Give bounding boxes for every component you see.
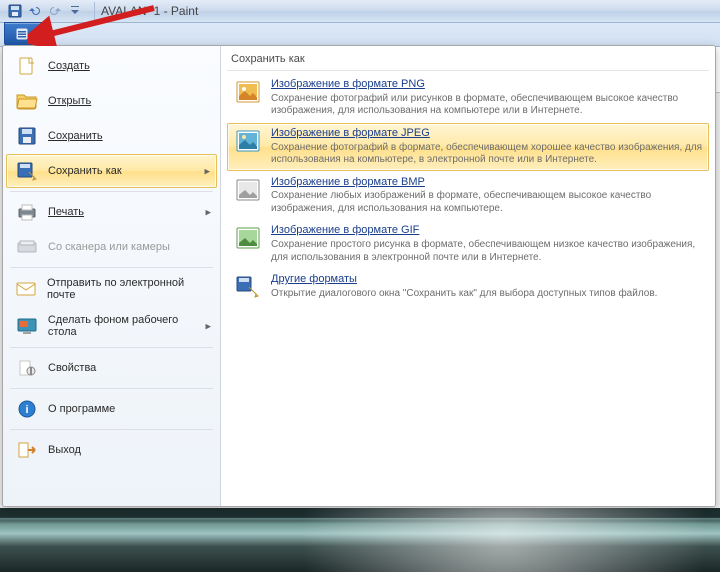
save-as-option-gif[interactable]: Изображение в формате GIF Сохранение про… [227, 220, 709, 268]
menu-item-label: Сохранить [48, 130, 103, 142]
menu-separator [10, 267, 213, 268]
undo-icon [28, 4, 42, 18]
properties-icon [14, 357, 40, 379]
menu-item-scanner: Со сканера или камеры [6, 230, 217, 264]
option-desc: Сохранение простого рисунка в формате, о… [271, 239, 703, 264]
desktop-wallpaper [0, 508, 720, 572]
menu-item-label: Свойства [48, 362, 96, 374]
submenu-arrow-icon: ▸ [205, 320, 211, 333]
save-as-icon [14, 160, 40, 182]
quick-access-toolbar [2, 2, 88, 20]
menu-separator [10, 429, 213, 430]
menu-item-label: Отправить по электронной почте [47, 277, 209, 301]
submenu-arrow-icon: ▸ [204, 165, 210, 178]
bmp-icon [233, 176, 263, 204]
save-as-option-png[interactable]: Изображение в формате PNG Сохранение фот… [227, 74, 709, 122]
chevron-down-icon [32, 30, 40, 38]
option-desc: Сохранение любых изображений в формате, … [271, 190, 703, 215]
option-desc: Сохранение фотографий в формате, обеспеч… [271, 142, 703, 167]
save-icon [8, 4, 22, 18]
desktop-background-icon [14, 315, 40, 337]
exit-icon [14, 439, 40, 461]
submenu-arrow-icon: ▸ [205, 206, 211, 219]
title-separator [94, 2, 95, 20]
file-menu-right-column: Сохранить как Изображение в формате PNG … [221, 46, 715, 506]
redo-icon [48, 4, 62, 18]
option-title: Изображение в формате GIF [271, 224, 703, 238]
info-icon: i [14, 398, 40, 420]
open-folder-icon [14, 90, 40, 112]
menu-item-label: Со сканера или камеры [48, 241, 170, 253]
menu-separator [10, 191, 213, 192]
title-bar: AVALAN~1 - Paint [0, 0, 720, 23]
option-title: Изображение в формате PNG [271, 78, 703, 92]
menu-item-properties[interactable]: Свойства [6, 351, 217, 385]
menu-item-exit[interactable]: Выход [6, 433, 217, 467]
option-title: Другие форматы [271, 273, 657, 287]
menu-item-set-background[interactable]: Сделать фоном рабочего стола ▸ [6, 308, 217, 344]
menu-item-open[interactable]: Открыть [6, 84, 217, 118]
file-menu-icon [15, 27, 29, 41]
menu-item-save[interactable]: Сохранить [6, 119, 217, 153]
save-as-option-other[interactable]: Другие форматы Открытие диалогового окна… [227, 269, 709, 305]
menu-item-label: Выход [48, 444, 81, 456]
file-menu-left-column: Создать Открыть Сохранить Сохранить как … [3, 46, 221, 506]
save-icon [14, 125, 40, 147]
menu-item-create[interactable]: Создать [6, 49, 217, 83]
menu-item-email[interactable]: Отправить по электронной почте [6, 271, 217, 307]
save-as-option-bmp[interactable]: Изображение в формате BMP Сохранение люб… [227, 172, 709, 220]
email-icon [14, 278, 39, 300]
other-formats-icon [233, 273, 263, 301]
menu-separator [10, 347, 213, 348]
file-menu: Создать Открыть Сохранить Сохранить как … [2, 45, 716, 507]
menu-item-label: Создать [48, 60, 90, 72]
chevron-down-icon [70, 5, 80, 17]
option-title: Изображение в формате BMP [271, 176, 703, 190]
menu-item-label: О программе [48, 403, 115, 415]
menu-item-label: Печать [48, 206, 84, 218]
menu-item-print[interactable]: Печать ▸ [6, 195, 217, 229]
qat-undo-button[interactable] [26, 2, 44, 20]
menu-item-label: Сохранить как [48, 165, 122, 177]
window-title: AVALAN~1 - Paint [101, 4, 198, 18]
option-desc: Открытие диалогового окна "Сохранить как… [271, 288, 657, 301]
option-title: Изображение в формате JPEG [271, 127, 703, 141]
print-icon [14, 201, 40, 223]
jpeg-icon [233, 127, 263, 155]
menu-item-label: Открыть [48, 95, 91, 107]
gif-icon [233, 224, 263, 252]
save-as-option-jpeg[interactable]: Изображение в формате JPEG Сохранение фо… [227, 123, 709, 171]
option-desc: Сохранение фотографий или рисунков в фор… [271, 93, 703, 118]
qat-save-button[interactable] [6, 2, 24, 20]
menu-separator [10, 388, 213, 389]
file-tab[interactable] [4, 22, 50, 46]
menu-item-about[interactable]: i О программе [6, 392, 217, 426]
png-icon [233, 78, 263, 106]
svg-text:i: i [25, 404, 28, 416]
scanner-icon [14, 236, 40, 258]
new-file-icon [14, 55, 40, 77]
qat-redo-button[interactable] [46, 2, 64, 20]
qat-customize-button[interactable] [66, 2, 84, 20]
menu-item-save-as[interactable]: Сохранить как ▸ [6, 154, 217, 188]
ribbon-tab-row [0, 23, 720, 47]
submenu-header: Сохранить как [227, 50, 709, 71]
menu-item-label: Сделать фоном рабочего стола [48, 314, 209, 338]
